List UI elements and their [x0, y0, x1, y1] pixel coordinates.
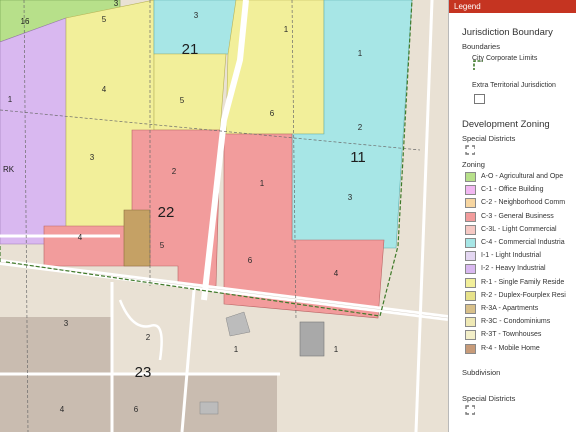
- zoning-swatch: [465, 317, 476, 328]
- zoning-item-label: R-4 - Mobile Home: [481, 344, 540, 352]
- residential-block-s: [112, 374, 277, 432]
- legend-header: Legend: [449, 0, 576, 13]
- parcel-label: 4: [334, 269, 339, 278]
- district-label: 23: [135, 364, 152, 381]
- zoning-legend-item: C-3 - General Business: [465, 211, 576, 222]
- zoning-map[interactable]: 21 22 23 11 16 3 RK 1 4 5 5 3 3 2 4 5 1 …: [0, 0, 448, 432]
- zoning-item-label: R-3A - Apartments: [481, 305, 539, 312]
- zoning-legend-item: R-4 - Mobile Home: [465, 343, 576, 354]
- zoning-swatch: [465, 238, 476, 248]
- parcel-label: 1: [8, 95, 13, 104]
- zone-heavy-industrial[interactable]: [0, 17, 67, 245]
- zoning-item-label: R-2 - Duplex-Fourplex Resi: [481, 291, 566, 299]
- zone-apartments[interactable]: [123, 209, 151, 267]
- zoning-legend-item: A-O - Agricultural and Ope: [465, 171, 576, 182]
- zoning-item-label: C-4 - Commercial Industria: [481, 239, 565, 246]
- zoning-item-label: I-2 - Heavy Industrial: [481, 265, 546, 273]
- zoning-swatch: [465, 277, 476, 288]
- zoning-legend-item: I-1 - Light Industrial: [465, 250, 576, 262]
- zoning-swatch: [465, 330, 476, 341]
- zone-single-family-21-south[interactable]: [153, 53, 227, 131]
- map-canvas[interactable]: 21 22 23 11 16 3 RK 1 4 5 5 3 3 2 4 5 1 …: [0, 0, 448, 432]
- dev-zoning-title: Development Zoning: [462, 119, 550, 130]
- district-label: 3: [114, 0, 119, 8]
- zoning-swatch: [465, 185, 476, 196]
- zoning-swatch: [465, 290, 476, 301]
- zoning-swatch: [465, 264, 476, 275]
- zoning-swatch: [465, 211, 476, 222]
- parcel-label: 3: [194, 11, 199, 20]
- zoning-swatch: [465, 198, 476, 209]
- district-label: 21: [182, 41, 199, 58]
- zoning-legend-item: R-3C - Condominiums: [465, 316, 576, 328]
- legend-panel: Legend Jurisdiction Boundary Boundaries …: [448, 0, 576, 432]
- parcel-label: 5: [102, 15, 107, 24]
- parcel-label: 5: [180, 96, 185, 105]
- building-3: [199, 401, 219, 415]
- zoning-legend-item: R-2 - Duplex-Fourplex Resi: [465, 290, 576, 301]
- parcel-label: 3: [90, 153, 95, 162]
- parcel-label: 1: [260, 179, 265, 188]
- city-limits-label: City Corporate Limits: [472, 55, 538, 62]
- special-districts-label-2: Special Districts: [462, 394, 516, 403]
- zoning-item-label: R-3C - Condominiums: [481, 318, 551, 326]
- district-label: 11: [350, 149, 366, 166]
- zoning-legend-item: R-1 - Single Family Reside: [465, 277, 576, 288]
- jurisdiction-title: Jurisdiction Boundary: [462, 27, 553, 38]
- zoning-legend-item: C-3L - Light Commercial: [465, 224, 576, 235]
- zoning-legend-item: C-1 - Office Building: [465, 184, 576, 196]
- zoning-swatch: [465, 343, 476, 354]
- zoning-item-label: C-1 - Office Building: [481, 186, 544, 194]
- parcel-label: 4: [78, 233, 83, 242]
- zoning-item-label: C-3L - Light Commercial: [481, 225, 557, 233]
- parcel-label: 4: [102, 85, 107, 94]
- parcel-label: 2: [358, 123, 363, 132]
- parcel-label: 3: [348, 193, 353, 202]
- zoning-swatch: [465, 304, 476, 314]
- zoning-legend-item: R-3T - Townhouses: [465, 329, 576, 341]
- district-label: 16: [21, 17, 30, 26]
- special-districts-icon-2: [465, 405, 475, 415]
- parcel-label: 6: [134, 405, 139, 414]
- zoning-legend-item: C-2 - Neighborhood Comm: [465, 197, 576, 209]
- zoning-item-label: C-3 - General Business: [481, 212, 554, 220]
- district-label: 22: [158, 204, 175, 221]
- parcel-label: 1: [284, 25, 289, 34]
- parcel-label: 6: [270, 109, 275, 118]
- parcel-label: 1: [358, 49, 363, 58]
- etj-label: Extra Territorial Jurisdiction: [472, 82, 556, 89]
- zoning-swatch: [465, 251, 476, 262]
- zoning-item-label: I-1 - Light Industrial: [481, 252, 541, 260]
- parcel-label: 2: [172, 167, 177, 176]
- zoning-swatch: [465, 172, 476, 182]
- parcel-label: 6: [248, 256, 253, 265]
- special-districts-icon: [465, 145, 475, 155]
- building-1: [299, 321, 325, 357]
- zoning-item-label: R-1 - Single Family Reside: [481, 278, 565, 286]
- zoning-item-label: A-O - Agricultural and Ope: [481, 173, 564, 180]
- zoning-item-label: C-2 - Neighborhood Comm: [481, 199, 566, 207]
- zoning-legend-item: C-4 - Commercial Industria: [465, 237, 576, 248]
- district-label: RK: [3, 165, 15, 174]
- zoning-item-label: R-3T - Townhouses: [481, 331, 542, 339]
- zoning-label: Zoning: [462, 160, 485, 169]
- boundaries-label: Boundaries: [462, 42, 500, 51]
- zoning-swatch: [465, 224, 476, 235]
- parcel-label: 3: [64, 319, 69, 328]
- parcel-label: 4: [60, 405, 65, 414]
- parcel-label: 5: [160, 241, 165, 250]
- parcel-label: 2: [146, 333, 151, 342]
- subdivision-label: Subdivision: [462, 368, 501, 377]
- etj-icon: [474, 94, 485, 104]
- parcel-label: 1: [334, 345, 339, 354]
- special-districts-label: Special Districts: [462, 134, 516, 143]
- zoning-legend-item: R-3A - Apartments: [465, 303, 576, 314]
- zoning-legend-item: I-2 - Heavy Industrial: [465, 263, 576, 275]
- parcel-label: 1: [234, 345, 239, 354]
